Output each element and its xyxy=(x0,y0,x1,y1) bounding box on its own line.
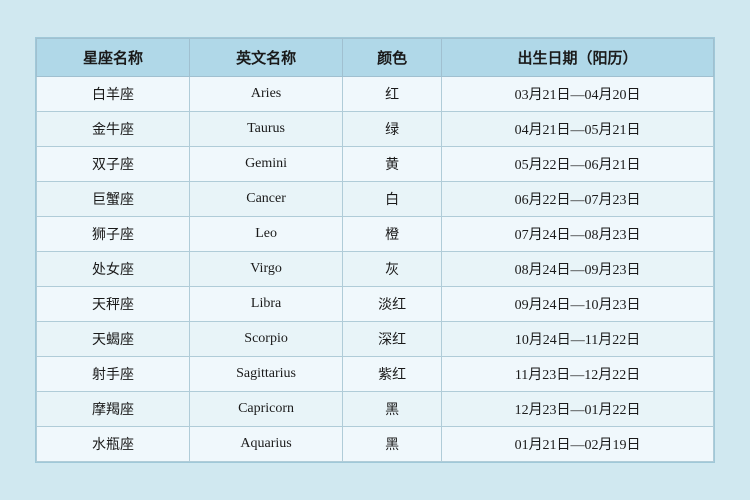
cell-chinese-name: 射手座 xyxy=(37,357,190,392)
table-row: 射手座Sagittarius紫红11月23日—12月22日 xyxy=(37,357,714,392)
cell-color: 黄 xyxy=(343,147,442,182)
cell-english-name: Cancer xyxy=(190,182,343,217)
table-header-row: 星座名称 英文名称 颜色 出生日期（阳历） xyxy=(37,39,714,77)
cell-english-name: Aquarius xyxy=(190,427,343,462)
table-row: 金牛座Taurus绿04月21日—05月21日 xyxy=(37,112,714,147)
cell-english-name: Sagittarius xyxy=(190,357,343,392)
cell-english-name: Leo xyxy=(190,217,343,252)
table-row: 双子座Gemini黄05月22日—06月21日 xyxy=(37,147,714,182)
cell-color: 淡红 xyxy=(343,287,442,322)
header-english-name: 英文名称 xyxy=(190,39,343,77)
cell-color: 紫红 xyxy=(343,357,442,392)
table-row: 巨蟹座Cancer白06月22日—07月23日 xyxy=(37,182,714,217)
cell-chinese-name: 处女座 xyxy=(37,252,190,287)
header-color: 颜色 xyxy=(343,39,442,77)
table-row: 狮子座Leo橙07月24日—08月23日 xyxy=(37,217,714,252)
cell-chinese-name: 白羊座 xyxy=(37,77,190,112)
table-row: 摩羯座Capricorn黑12月23日—01月22日 xyxy=(37,392,714,427)
header-dates: 出生日期（阳历） xyxy=(442,39,714,77)
cell-english-name: Scorpio xyxy=(190,322,343,357)
cell-dates: 06月22日—07月23日 xyxy=(442,182,714,217)
cell-chinese-name: 天秤座 xyxy=(37,287,190,322)
cell-chinese-name: 天蝎座 xyxy=(37,322,190,357)
cell-chinese-name: 摩羯座 xyxy=(37,392,190,427)
cell-dates: 04月21日—05月21日 xyxy=(442,112,714,147)
cell-english-name: Virgo xyxy=(190,252,343,287)
cell-english-name: Capricorn xyxy=(190,392,343,427)
cell-english-name: Libra xyxy=(190,287,343,322)
table-row: 水瓶座Aquarius黑01月21日—02月19日 xyxy=(37,427,714,462)
cell-dates: 05月22日—06月21日 xyxy=(442,147,714,182)
cell-color: 黑 xyxy=(343,392,442,427)
cell-color: 黑 xyxy=(343,427,442,462)
header-chinese-name: 星座名称 xyxy=(37,39,190,77)
cell-dates: 10月24日—11月22日 xyxy=(442,322,714,357)
cell-color: 绿 xyxy=(343,112,442,147)
cell-chinese-name: 双子座 xyxy=(37,147,190,182)
table-row: 天秤座Libra淡红09月24日—10月23日 xyxy=(37,287,714,322)
cell-chinese-name: 水瓶座 xyxy=(37,427,190,462)
cell-color: 橙 xyxy=(343,217,442,252)
table-row: 白羊座Aries红03月21日—04月20日 xyxy=(37,77,714,112)
cell-english-name: Taurus xyxy=(190,112,343,147)
cell-english-name: Gemini xyxy=(190,147,343,182)
cell-dates: 07月24日—08月23日 xyxy=(442,217,714,252)
cell-chinese-name: 狮子座 xyxy=(37,217,190,252)
cell-dates: 12月23日—01月22日 xyxy=(442,392,714,427)
cell-color: 深红 xyxy=(343,322,442,357)
zodiac-table-container: 星座名称 英文名称 颜色 出生日期（阳历） 白羊座Aries红03月21日—04… xyxy=(35,37,715,463)
zodiac-table: 星座名称 英文名称 颜色 出生日期（阳历） 白羊座Aries红03月21日—04… xyxy=(36,38,714,462)
cell-chinese-name: 金牛座 xyxy=(37,112,190,147)
table-row: 处女座Virgo灰08月24日—09月23日 xyxy=(37,252,714,287)
cell-dates: 01月21日—02月19日 xyxy=(442,427,714,462)
cell-dates: 03月21日—04月20日 xyxy=(442,77,714,112)
cell-dates: 08月24日—09月23日 xyxy=(442,252,714,287)
table-row: 天蝎座Scorpio深红10月24日—11月22日 xyxy=(37,322,714,357)
cell-english-name: Aries xyxy=(190,77,343,112)
cell-color: 白 xyxy=(343,182,442,217)
cell-color: 红 xyxy=(343,77,442,112)
cell-color: 灰 xyxy=(343,252,442,287)
cell-dates: 11月23日—12月22日 xyxy=(442,357,714,392)
cell-chinese-name: 巨蟹座 xyxy=(37,182,190,217)
cell-dates: 09月24日—10月23日 xyxy=(442,287,714,322)
